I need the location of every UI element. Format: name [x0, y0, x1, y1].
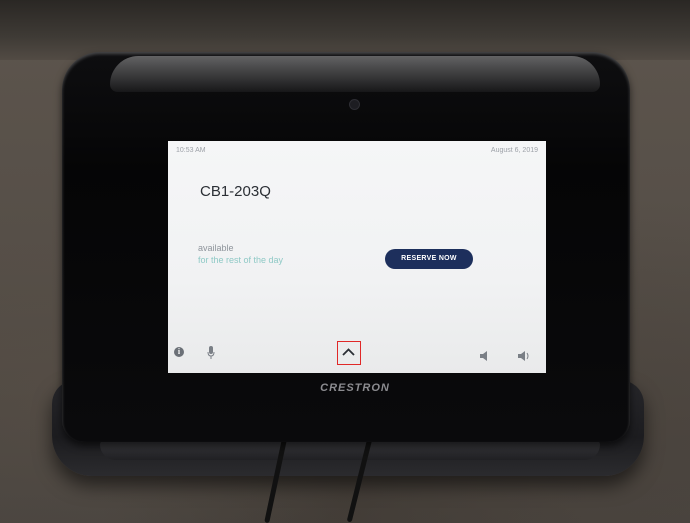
chevron-up-icon[interactable]: [337, 341, 361, 365]
background-wall: [0, 0, 690, 60]
availability-status: available: [198, 243, 234, 253]
room-name: CB1-203Q: [200, 183, 271, 200]
touch-screen: 10:53 AM August 6, 2019 CB1-203Q availab…: [168, 141, 546, 373]
brand-logo: CRESTRON: [320, 382, 390, 394]
volume-up-speaker-icon[interactable]: [518, 348, 530, 361]
info-icon[interactable]: i: [174, 347, 184, 357]
current-date: August 6, 2019: [490, 147, 538, 154]
volume-down-speaker-icon[interactable]: [480, 348, 492, 361]
availability-detail: for the rest of the day: [198, 255, 284, 265]
reserve-now-button[interactable]: RESERVE NOW: [385, 249, 473, 269]
camera-icon: [349, 99, 360, 110]
microphone-icon[interactable]: [207, 346, 215, 359]
clock-time: 10:53 AM: [176, 147, 206, 154]
bezel-gloss: [110, 56, 600, 92]
device-base-lip: [100, 440, 600, 460]
